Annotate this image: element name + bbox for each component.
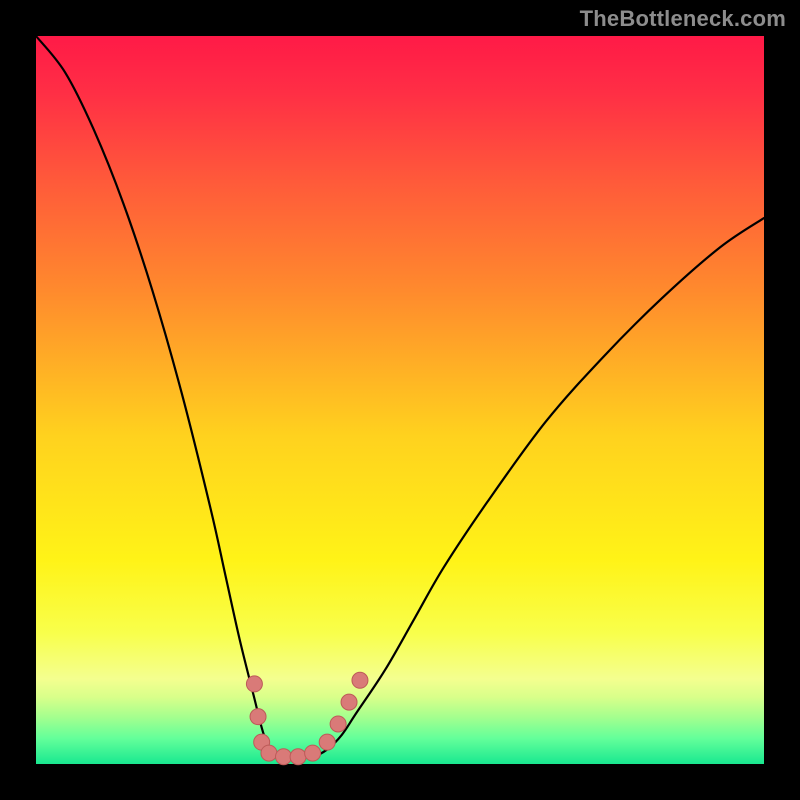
curve-marker — [250, 709, 266, 725]
bottleneck-chart — [0, 0, 800, 800]
curve-marker — [352, 672, 368, 688]
curve-marker — [290, 749, 306, 765]
watermark-label: TheBottleneck.com — [580, 6, 786, 32]
curve-marker — [305, 745, 321, 761]
curve-marker — [330, 716, 346, 732]
curve-marker — [246, 676, 262, 692]
curve-marker — [341, 694, 357, 710]
curve-marker — [319, 734, 335, 750]
curve-marker — [276, 749, 292, 765]
curve-marker — [261, 745, 277, 761]
plot-background — [36, 36, 764, 764]
